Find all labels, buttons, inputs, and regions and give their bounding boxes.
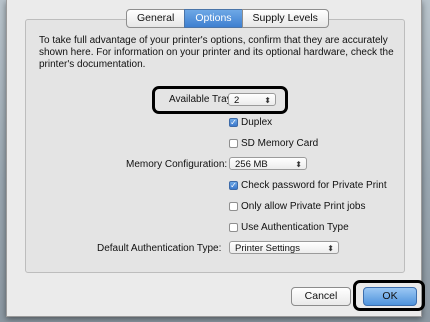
checkmark-icon: ✓ — [229, 118, 238, 127]
memory-configuration-label: Memory Configuration: — [126, 159, 228, 170]
default-authentication-type-popup[interactable]: Printer Settings ⬍ — [229, 241, 339, 254]
use-authentication-checkbox[interactable]: Use Authentication Type — [229, 222, 349, 233]
sd-memory-card-checkbox[interactable]: SD Memory Card — [229, 138, 318, 149]
only-private-print-label: Only allow Private Print jobs — [241, 201, 366, 212]
available-tray-popup[interactable]: 2 ⬍ — [228, 93, 276, 106]
tab-supply-levels[interactable]: Supply Levels — [241, 9, 329, 28]
use-authentication-label: Use Authentication Type — [241, 222, 349, 233]
intro-text: To take full advantage of your printer's… — [39, 35, 394, 70]
sd-memory-card-label: SD Memory Card — [241, 138, 319, 149]
popup-arrows-icon: ⬍ — [327, 244, 334, 253]
default-authentication-type-label: Default Authentication Type: — [97, 243, 222, 254]
popup-arrows-icon: ⬍ — [264, 96, 271, 105]
ok-button[interactable]: OK — [363, 287, 417, 306]
available-tray-label: Available Tray: — [169, 94, 235, 105]
duplex-label: Duplex — [241, 117, 273, 128]
check-password-checkbox[interactable]: ✓ Check password for Private Print — [229, 180, 387, 191]
available-tray-value: 2 — [234, 95, 240, 106]
tab-general[interactable]: General — [126, 9, 186, 28]
checkbox-icon — [229, 223, 238, 232]
tab-bar: General Options Supply Levels — [126, 9, 329, 28]
printer-options-sheet: General Options Supply Levels To take fu… — [6, 0, 425, 317]
checkmark-icon: ✓ — [229, 181, 238, 190]
duplex-checkbox[interactable]: ✓ Duplex — [229, 117, 272, 128]
checkbox-icon — [229, 139, 238, 148]
memory-configuration-popup[interactable]: 256 MB ⬍ — [229, 157, 307, 170]
memory-configuration-value: 256 MB — [235, 159, 268, 170]
popup-arrows-icon: ⬍ — [295, 160, 302, 169]
check-password-label: Check password for Private Print — [241, 180, 387, 191]
checkbox-icon — [229, 202, 238, 211]
only-private-print-checkbox[interactable]: Only allow Private Print jobs — [229, 201, 366, 212]
default-authentication-type-value: Printer Settings — [235, 243, 300, 254]
cancel-button[interactable]: Cancel — [291, 287, 351, 306]
tab-options[interactable]: Options — [184, 9, 243, 28]
